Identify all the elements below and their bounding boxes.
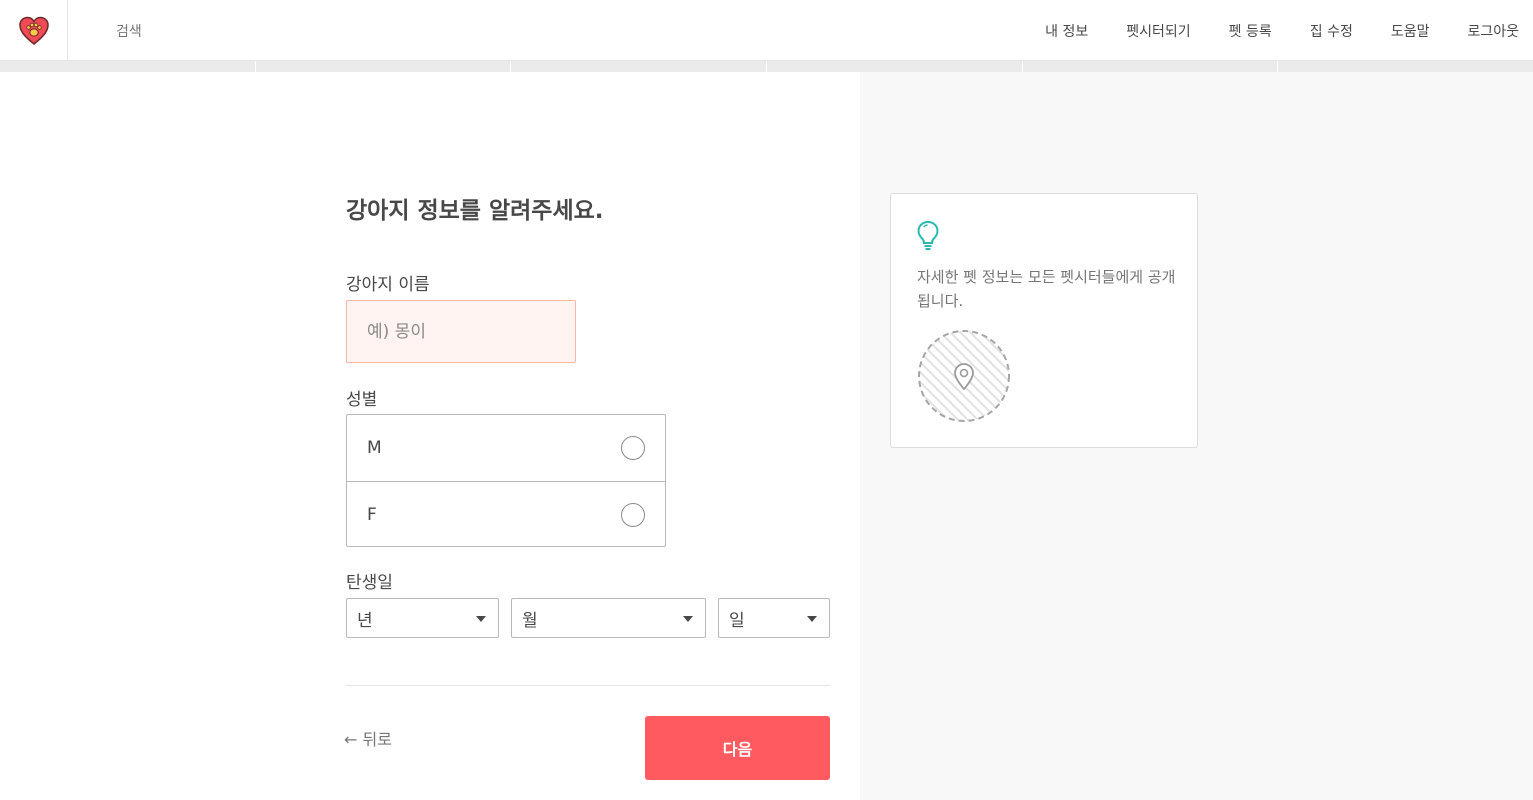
divider (346, 685, 830, 686)
gender-option-m[interactable]: M (347, 415, 665, 481)
location-pin-icon (918, 330, 1010, 422)
search-link[interactable]: 검색 (116, 21, 142, 41)
gender-option-f[interactable]: F (347, 481, 665, 547)
chevron-down-icon (683, 616, 693, 622)
main-nav: 내 정보 펫시터되기 펫 등록 집 수정 도움말 로그아웃 (1007, 0, 1519, 61)
gender-radio-group: M F (346, 414, 666, 547)
page-title: 강아지 정보를 알려주세요. (346, 198, 604, 224)
info-tip-card: 자세한 펫 정보는 모든 펫시터들에게 공개됩니다. (890, 193, 1198, 448)
chevron-down-icon (807, 616, 817, 622)
progress-step (767, 61, 1023, 72)
birth-day-value: 일 (729, 610, 745, 631)
home-logo-link[interactable] (0, 0, 68, 61)
lightbulb-icon (917, 220, 939, 250)
progress-step (256, 61, 512, 72)
nav-help[interactable]: 도움말 (1391, 21, 1430, 41)
birth-year-select[interactable]: 년 (346, 598, 499, 638)
progress-step (1023, 61, 1279, 72)
heart-paw-logo-icon (18, 16, 49, 45)
progress-step (0, 61, 256, 72)
nav-my-info[interactable]: 내 정보 (1045, 21, 1088, 41)
birth-day-select[interactable]: 일 (718, 598, 830, 638)
top-navigation-bar: 검색 내 정보 펫시터되기 펫 등록 집 수정 도움말 로그아웃 (0, 0, 1533, 61)
birth-month-value: 월 (522, 610, 538, 631)
dog-name-label: 강아지 이름 (346, 275, 430, 295)
step-progress-bar (0, 61, 1533, 72)
radio-button-m[interactable] (621, 436, 645, 460)
nav-edit-home[interactable]: 집 수정 (1310, 21, 1353, 41)
gender-label: 성별 (346, 390, 378, 410)
birth-month-select[interactable]: 월 (511, 598, 706, 638)
dog-name-input[interactable] (346, 300, 576, 363)
radio-button-f[interactable] (621, 503, 645, 527)
nav-logout[interactable]: 로그아웃 (1467, 21, 1519, 41)
back-link[interactable]: ← 뒤로 (344, 726, 392, 750)
gender-option-label: F (367, 504, 377, 525)
progress-step (511, 61, 768, 72)
gender-option-label: M (367, 438, 382, 458)
nav-register-pet[interactable]: 펫 등록 (1229, 21, 1272, 41)
birth-year-value: 년 (357, 610, 373, 631)
chevron-down-icon (476, 616, 486, 622)
tip-text: 자세한 펫 정보는 모든 펫시터들에게 공개됩니다. (917, 268, 1176, 310)
next-button[interactable]: 다음 (645, 716, 830, 780)
birthdate-label: 탄생일 (346, 573, 393, 593)
progress-step (1278, 61, 1533, 72)
nav-become-petsitter[interactable]: 펫시터되기 (1126, 21, 1190, 41)
